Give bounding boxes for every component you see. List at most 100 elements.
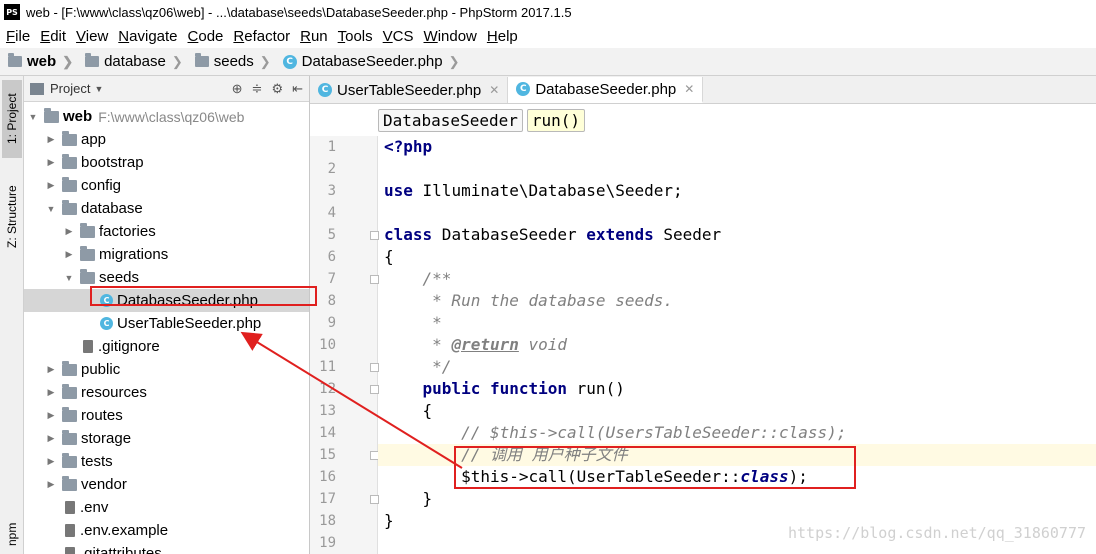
expand-arrow-icon[interactable]: ▶ [64,226,74,237]
menu-window[interactable]: Window [420,28,481,45]
expand-arrow-icon[interactable]: ▶ [46,410,56,421]
menu-refactor[interactable]: Refactor [229,28,294,45]
line-number: 16 [319,469,336,485]
code-line[interactable]: public function run() [378,378,1096,400]
structure-tool-tab[interactable]: Z: Structure [2,172,22,262]
hide-panel-icon[interactable]: ⇤ [292,81,303,97]
expand-arrow-icon[interactable]: ▶ [46,387,56,398]
tree-item[interactable]: ▶ tests [24,450,309,473]
file-icon [83,340,93,353]
tree-item[interactable]: .env [24,496,309,519]
nav-crumb-file[interactable]: C DatabaseSeeder.php ❯ [275,53,460,70]
tree-root-path: F:\www\class\qz06\web [98,108,245,125]
tree-item[interactable]: ▶ public [24,358,309,381]
tree-item[interactable]: .gitignore [24,335,309,358]
breadcrumb-method[interactable]: run() [526,108,586,132]
menu-run[interactable]: Run [296,28,332,45]
scroll-from-source-icon[interactable]: ⊕ [232,81,243,97]
chevron-right-icon: ❯ [171,53,183,69]
code-line[interactable]: class DatabaseSeeder extends Seeder [378,224,1096,246]
nav-crumb-database[interactable]: database ❯ [77,53,183,70]
settings-gear-icon[interactable]: ⚙ [271,81,283,97]
menu-vcs[interactable]: VCS [379,28,418,45]
code-line[interactable]: } [378,488,1096,510]
nav-crumb-web[interactable]: web ❯ [0,53,73,70]
project-tool-tab[interactable]: 1: Project [2,80,22,158]
code-line[interactable] [378,158,1096,180]
menu-view[interactable]: View [72,28,112,45]
code-line[interactable]: * Run the database seeds. [378,290,1096,312]
watermark: https://blog.csdn.net/qq_31860777 [787,524,1086,542]
folder-icon [44,107,59,123]
expand-arrow-icon[interactable]: ▶ [46,456,56,467]
code-line[interactable] [378,202,1096,224]
code-line[interactable]: * [378,312,1096,334]
tree-item-label: app [81,131,107,148]
code-line[interactable]: // $this->call(UsersTableSeeder::class); [378,422,1096,444]
menu-code[interactable]: Code [184,28,228,45]
expand-arrow-icon[interactable]: ▶ [46,433,56,444]
project-panel: Project ▼ ⊕ ≑ ⚙ ⇤ ▼ web F:\www\class\qz0… [24,76,310,554]
tree-item[interactable]: ▶ app [24,128,309,151]
project-icon [30,82,44,95]
tree-item[interactable]: ▶ migrations [24,243,309,266]
nav-crumb-seeds[interactable]: seeds ❯ [187,53,271,70]
folder-icon [80,245,95,261]
tree-item[interactable]: ▶ routes [24,404,309,427]
expand-arrow-icon[interactable]: ▼ [28,112,38,122]
tree-item[interactable]: ▶ vendor [24,473,309,496]
menu-tools[interactable]: Tools [334,28,377,45]
php-class-icon: C [282,54,297,69]
project-view-selector[interactable]: Project [50,81,90,96]
expand-arrow-icon[interactable]: ▶ [46,180,56,191]
tree-item[interactable]: ▶ resources [24,381,309,404]
code-line[interactable]: { [378,246,1096,268]
expand-arrow-icon[interactable]: ▶ [46,134,56,145]
tree-item[interactable]: ▶ factories [24,220,309,243]
menu-file[interactable]: File [2,28,34,45]
dropdown-icon[interactable]: ▼ [94,84,103,94]
code-line[interactable]: <?php [378,136,1096,158]
close-icon[interactable]: ✕ [489,83,499,97]
tree-root[interactable]: ▼ web F:\www\class\qz06\web [24,105,309,128]
code-line[interactable]: /** [378,268,1096,290]
tree-item[interactable]: ▶ config [24,174,309,197]
collapse-arrow-icon[interactable]: ▼ [46,204,56,214]
expand-arrow-icon[interactable]: ▶ [46,479,56,490]
tree-root-name: web [63,108,93,125]
code-line[interactable]: */ [378,356,1096,378]
collapse-arrow-icon[interactable]: ▼ [64,273,74,283]
tree-item-label: .gitignore [98,338,160,355]
tab-databaseseeder[interactable]: C DatabaseSeeder.php ✕ [508,77,704,103]
tree-item-label: config [81,177,122,194]
tree-item[interactable]: .env.example [24,519,309,542]
folder-icon [62,176,77,192]
tool-window-strip: 1: Project Z: Structure npm [0,76,24,554]
npm-tool-tab[interactable]: npm [2,516,22,552]
tree-item[interactable]: C UserTableSeeder.php [24,312,309,335]
folder-icon [62,406,77,422]
expand-arrow-icon[interactable]: ▶ [46,364,56,375]
code-area[interactable]: <?php use Illuminate\Database\Seeder; clas… [378,136,1096,554]
line-number: 4 [327,205,336,221]
tree-item[interactable]: ▶ bootstrap [24,151,309,174]
menu-navigate[interactable]: Navigate [114,28,181,45]
tab-usertableseeder[interactable]: C UserTableSeeder.php ✕ [310,77,509,103]
code-line[interactable]: * @return void [378,334,1096,356]
breadcrumb-class[interactable]: DatabaseSeeder [378,108,523,132]
tree-item-label: migrations [99,246,169,263]
code-line[interactable]: use Illuminate\Database\Seeder; [378,180,1096,202]
code-line[interactable]: { [378,400,1096,422]
tree-item-label: .gitattributes [80,545,162,554]
close-icon[interactable]: ✕ [684,82,694,96]
line-number: 1 [327,139,336,155]
collapse-all-icon[interactable]: ≑ [252,81,263,97]
folder-icon [85,53,100,67]
menu-help[interactable]: Help [483,28,522,45]
expand-arrow-icon[interactable]: ▶ [46,157,56,168]
tree-item[interactable]: .gitattributes [24,542,309,554]
menu-edit[interactable]: Edit [36,28,70,45]
tree-item[interactable]: ▼ database [24,197,309,220]
tree-item[interactable]: ▶ storage [24,427,309,450]
expand-arrow-icon[interactable]: ▶ [64,249,74,260]
